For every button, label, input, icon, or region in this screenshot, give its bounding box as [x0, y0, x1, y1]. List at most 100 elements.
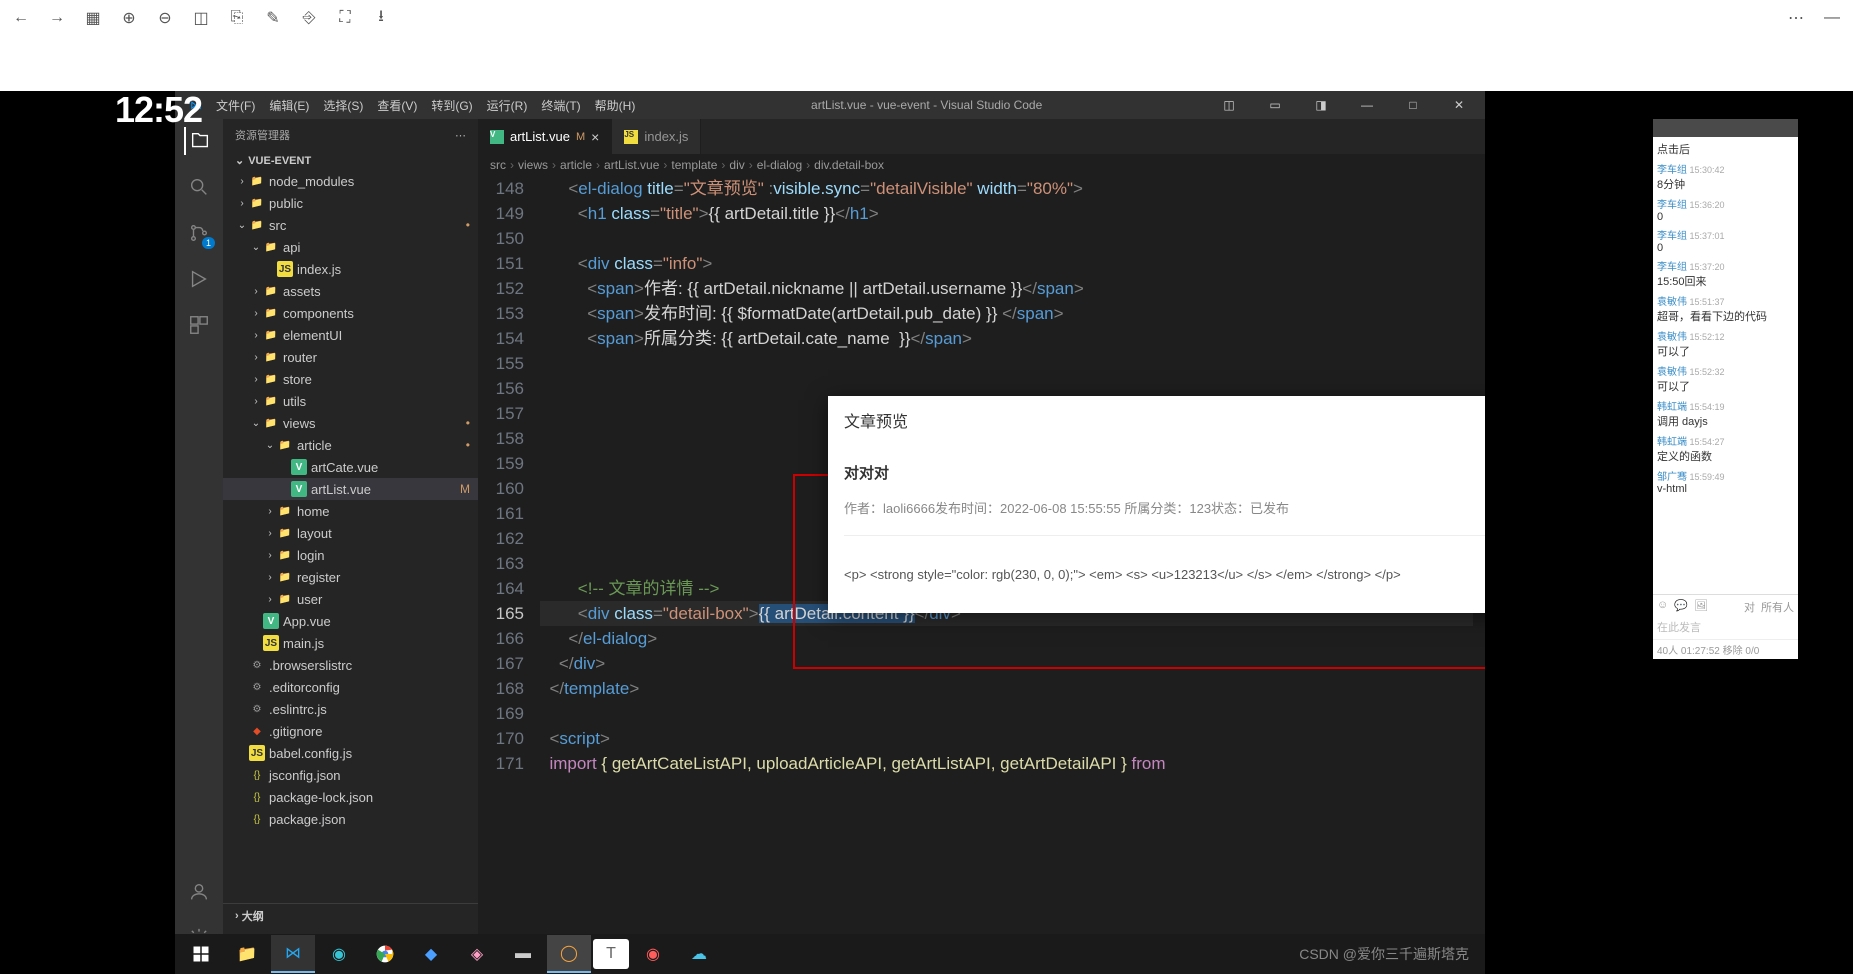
link-icon[interactable]: ⎆	[300, 9, 318, 27]
folder-item[interactable]: ›📁home	[223, 500, 478, 522]
folder-item[interactable]: ›📁login	[223, 544, 478, 566]
file-item[interactable]: ◆.gitignore	[223, 720, 478, 742]
fullscreen-icon[interactable]: ⛶	[336, 9, 354, 27]
folder-item[interactable]: ›📁assets	[223, 280, 478, 302]
app-orange-icon[interactable]: ◯	[547, 935, 591, 973]
menu-item[interactable]: 帮助(H)	[588, 99, 643, 113]
source-control-icon[interactable]	[185, 219, 213, 247]
file-item[interactable]: ⚙.editorconfig	[223, 676, 478, 698]
breadcrumb-item[interactable]: div.detail-box	[814, 158, 884, 172]
folder-item[interactable]: ›📁elementUI	[223, 324, 478, 346]
app-blue-icon[interactable]: ◆	[409, 935, 453, 973]
folder-item[interactable]: ›📁node_modules	[223, 170, 478, 192]
code-editor[interactable]: 1481491501511521531541551561571581591601…	[478, 176, 1485, 952]
file-item[interactable]: {}jsconfig.json	[223, 764, 478, 786]
file-item[interactable]: JSmain.js	[223, 632, 478, 654]
outline-section[interactable]: › 大纲	[223, 904, 478, 928]
menu-item[interactable]: 转到(G)	[424, 99, 479, 113]
breadcrumb-item[interactable]: src	[490, 158, 506, 172]
chat-messages[interactable]: 点击后 李车组 15:30:428分钟李车组 15:36:200李车组 15:3…	[1653, 137, 1798, 594]
folder-item[interactable]: ›📁public	[223, 192, 478, 214]
window-minimize-icon[interactable]: —	[1349, 91, 1385, 119]
chat-icon[interactable]: 💬	[1674, 599, 1688, 615]
window-maximize-icon[interactable]: □	[1395, 91, 1431, 119]
debug-icon[interactable]	[185, 265, 213, 293]
folder-item[interactable]: ›📁user	[223, 588, 478, 610]
image-icon[interactable]: 🖼	[1694, 599, 1708, 615]
layout-toggle-icon[interactable]: ◫	[1211, 91, 1247, 119]
zoom-in-icon[interactable]: ⊕	[120, 9, 138, 27]
breadcrumb-item[interactable]: el-dialog	[757, 158, 802, 172]
folder-item[interactable]: ⌄📁views•	[223, 412, 478, 434]
more-icon[interactable]: ⋯	[1787, 9, 1805, 27]
breadcrumb-item[interactable]: views	[518, 158, 548, 172]
search-icon[interactable]	[185, 173, 213, 201]
panel-toggle-icon[interactable]: ▭	[1257, 91, 1293, 119]
breadcrumb[interactable]: src›views›article›artList.vue›template›d…	[478, 154, 1485, 176]
menu-item[interactable]: 文件(F)	[209, 99, 262, 113]
menu-item[interactable]: 终端(T)	[534, 99, 587, 113]
forward-icon[interactable]: →	[48, 9, 66, 27]
file-item[interactable]: VApp.vue	[223, 610, 478, 632]
file-item[interactable]: VartList.vueM	[223, 478, 478, 500]
file-explorer-icon[interactable]: 📁	[225, 935, 269, 973]
download-icon[interactable]: ⭳	[372, 9, 390, 27]
project-title[interactable]: ⌄VUE-EVENT	[223, 151, 478, 170]
file-item[interactable]: {}package-lock.json	[223, 786, 478, 808]
activity-bar	[175, 119, 223, 952]
copy-icon[interactable]: ⎘	[228, 9, 246, 27]
file-item[interactable]: ⚙.eslintrc.js	[223, 698, 478, 720]
folder-item[interactable]: ›📁layout	[223, 522, 478, 544]
file-item[interactable]: {}package.json	[223, 808, 478, 830]
chat-input[interactable]: 在此发言	[1657, 619, 1794, 635]
file-item[interactable]: ⚙.browserslistrc	[223, 654, 478, 676]
chat-tab-all[interactable]: 所有人	[1761, 599, 1794, 615]
file-item[interactable]: VartCate.vue	[223, 456, 478, 478]
folder-item[interactable]: ⌄📁src•	[223, 214, 478, 236]
breadcrumb-item[interactable]: artList.vue	[604, 158, 659, 172]
close-tab-icon[interactable]: ×	[591, 129, 599, 145]
window-close-icon[interactable]: ✕	[1441, 91, 1477, 119]
folder-item[interactable]: ⌄📁article•	[223, 434, 478, 456]
folder-item[interactable]: ⌄📁api	[223, 236, 478, 258]
editor-tab[interactable]: VartList.vueM×	[478, 119, 612, 154]
apps-icon[interactable]: ▦	[84, 9, 102, 27]
chat-tab-pair[interactable]: 对	[1744, 599, 1755, 615]
vscode-taskbar-icon[interactable]: ⋈	[271, 935, 315, 973]
file-item[interactable]: JSbabel.config.js	[223, 742, 478, 764]
emoji-icon[interactable]: ☺	[1657, 599, 1668, 615]
sidebar-toggle-icon[interactable]: ◨	[1303, 91, 1339, 119]
cloud-app-icon[interactable]: ☁	[677, 935, 721, 973]
zoom-out-icon[interactable]: ⊖	[156, 9, 174, 27]
menu-item[interactable]: 选择(S)	[316, 99, 370, 113]
text-app-icon[interactable]: T	[593, 939, 629, 969]
firefox-icon[interactable]: ◉	[631, 935, 675, 973]
editor-tab[interactable]: JSindex.js	[612, 119, 701, 154]
breadcrumb-item[interactable]: article	[560, 158, 592, 172]
menu-item[interactable]: 编辑(E)	[262, 99, 316, 113]
extensions-icon[interactable]	[185, 311, 213, 339]
start-button[interactable]	[179, 935, 223, 973]
folder-item[interactable]: ›📁components	[223, 302, 478, 324]
chrome-icon[interactable]	[363, 935, 407, 973]
back-icon[interactable]: ←	[12, 9, 30, 27]
file-item[interactable]: JSindex.js	[223, 258, 478, 280]
app-pastel-icon[interactable]: ◈	[455, 935, 499, 973]
chat-header[interactable]	[1653, 119, 1798, 137]
minimize-icon[interactable]: —	[1823, 9, 1841, 27]
breadcrumb-item[interactable]: template	[671, 158, 717, 172]
edge-icon[interactable]: ◉	[317, 935, 361, 973]
explorer-icon[interactable]	[184, 127, 212, 155]
breadcrumb-item[interactable]: div	[729, 158, 744, 172]
account-icon[interactable]	[185, 878, 213, 906]
menu-item[interactable]: 运行(R)	[480, 99, 535, 113]
folder-item[interactable]: ›📁store	[223, 368, 478, 390]
folder-item[interactable]: ›📁router	[223, 346, 478, 368]
folder-item[interactable]: ›📁utils	[223, 390, 478, 412]
terminal-icon[interactable]: ▬	[501, 935, 545, 973]
edit-icon[interactable]: ✎	[264, 9, 282, 27]
explorer-more-icon[interactable]: ⋯	[455, 129, 466, 142]
menu-item[interactable]: 查看(V)	[370, 99, 424, 113]
layout-icon[interactable]: ◫	[192, 9, 210, 27]
folder-item[interactable]: ›📁register	[223, 566, 478, 588]
